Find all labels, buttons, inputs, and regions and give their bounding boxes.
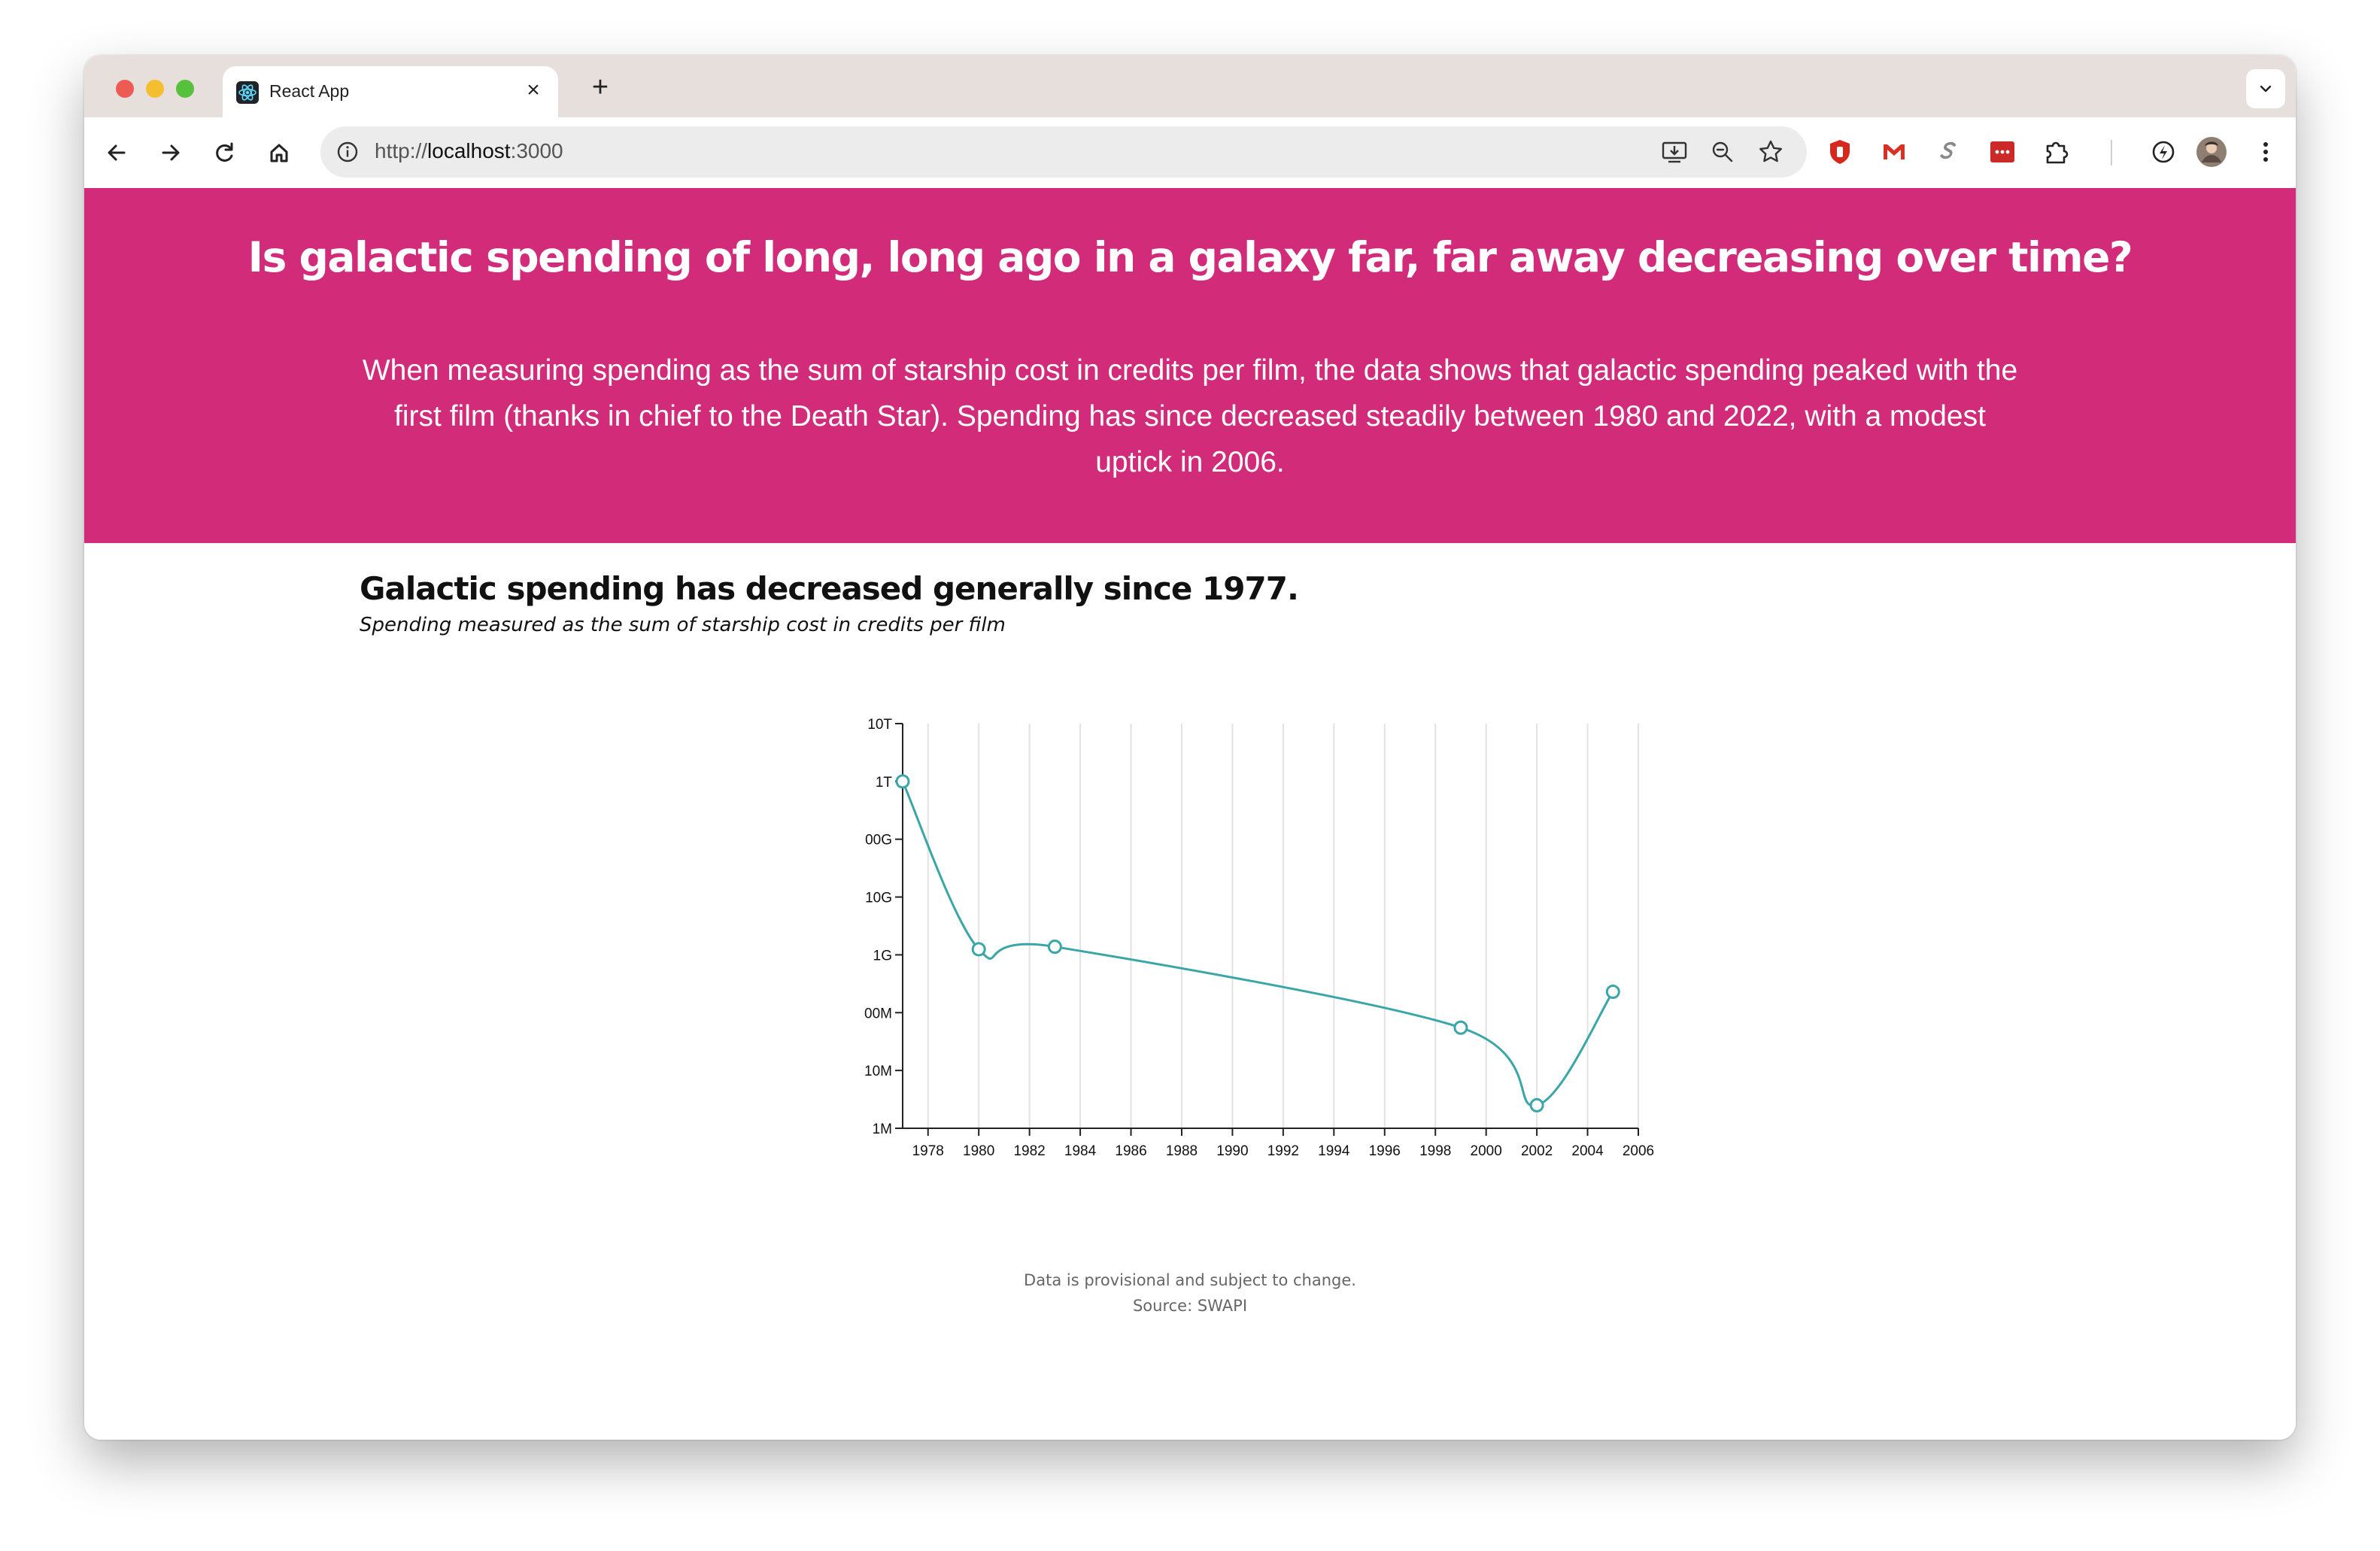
performance-bolt-icon[interactable] [2147, 135, 2180, 168]
hero-description: When measuring spending as the sum of st… [362, 354, 2018, 478]
x-tick-label: 1998 [1419, 1143, 1451, 1159]
maximize-window-button[interactable] [176, 80, 194, 98]
chart-title: Galactic spending has decreased generall… [360, 570, 1299, 607]
y-tick-label: 1T [876, 775, 893, 791]
tab-react-app[interactable]: React App × [223, 66, 558, 117]
tab-title: React App [269, 81, 350, 101]
forward-arrow-icon[interactable] [152, 134, 190, 171]
chart-subtitle: Spending measured as the sum of starship… [360, 614, 1006, 636]
install-app-icon[interactable] [1659, 137, 1689, 167]
x-tick-label: 1990 [1216, 1143, 1248, 1159]
x-tick-label: 1994 [1318, 1143, 1350, 1159]
lastpass-extension-icon[interactable] [1986, 135, 2019, 168]
chart-note: Data is provisional and subject to chang… [1024, 1271, 1356, 1289]
tab-strip: React App × + [84, 56, 2296, 117]
tab-close-icon[interactable]: × [521, 77, 546, 104]
y-tick-label: 00M [864, 1006, 892, 1021]
address-bar[interactable]: http://localhost:3000 [320, 126, 1807, 178]
x-tick-label: 1986 [1115, 1143, 1146, 1159]
hero-title: Is galactic spending of long, long ago i… [247, 233, 2133, 281]
data-point [1047, 939, 1062, 955]
s-extension-icon[interactable] [1932, 135, 1965, 168]
react-favicon-icon [236, 81, 259, 104]
spending-line-chart: 1978 1980 1982 1984 1986 1988 1990 1992 1994 1996… [864, 717, 1654, 1159]
x-tick-label: 1992 [1267, 1143, 1299, 1159]
x-tick-label: 1978 [912, 1143, 944, 1159]
gmail-extension-icon[interactable] [1878, 135, 1911, 168]
reload-icon[interactable] [206, 134, 244, 171]
data-point [1605, 984, 1620, 999]
profile-avatar[interactable] [2195, 135, 2228, 168]
url-host: localhost [427, 139, 511, 162]
close-window-button[interactable] [116, 80, 134, 98]
extensions-puzzle-icon[interactable] [2040, 135, 2073, 168]
url-port: :3000 [510, 139, 563, 162]
tab-search-chevron-down-icon[interactable] [2246, 69, 2285, 108]
bookmark-star-icon[interactable] [1756, 137, 1786, 167]
browser-window: React App × + http://localhost:3000 Is g… [84, 56, 2296, 1440]
y-tick-label: 1M [873, 1122, 892, 1137]
chart-source: Source: SWAPI [1132, 1297, 1248, 1315]
minimize-window-button[interactable] [146, 80, 164, 98]
new-tab-button[interactable]: + [585, 72, 615, 102]
url-scheme: http:// [375, 139, 428, 162]
page-content: Is galactic spending of long, long ago i… [84, 188, 2296, 1440]
x-tick-label: 1988 [1166, 1143, 1198, 1159]
home-icon[interactable] [260, 134, 298, 171]
zoom-out-icon[interactable] [1708, 137, 1738, 167]
browser-toolbar: http://localhost:3000 [84, 117, 2296, 190]
x-tick-label: 1984 [1064, 1143, 1097, 1159]
x-tick-label: 2004 [1571, 1143, 1604, 1159]
hero-banner: Is galactic spending of long, long ago i… [84, 188, 2296, 543]
data-point [895, 774, 910, 789]
url-text[interactable]: http://localhost:3000 [375, 139, 563, 163]
x-tick-label: 1996 [1369, 1143, 1401, 1159]
data-point [1529, 1097, 1544, 1112]
y-tick-label: 10M [864, 1064, 892, 1079]
y-tick-label: 00G [865, 833, 892, 848]
data-point [971, 942, 986, 957]
spending-series-line [901, 781, 1614, 1107]
x-tick-label: 2000 [1471, 1143, 1502, 1159]
back-arrow-icon[interactable] [98, 134, 135, 171]
y-tick-label: 10G [865, 891, 892, 906]
y-tick-label: 1G [873, 948, 892, 964]
toolbar-divider [2111, 140, 2112, 165]
data-point [1453, 1020, 1468, 1035]
x-tick-label: 1982 [1013, 1143, 1045, 1159]
ublock-extension-icon[interactable] [1823, 135, 1856, 168]
site-info-icon[interactable] [334, 138, 361, 165]
x-tick-label: 1980 [963, 1143, 994, 1159]
x-tick-label: 2002 [1521, 1143, 1553, 1159]
more-menu-icon[interactable] [2249, 135, 2282, 168]
y-tick-label: 10T [867, 717, 892, 733]
x-tick-label: 2006 [1623, 1143, 1654, 1159]
